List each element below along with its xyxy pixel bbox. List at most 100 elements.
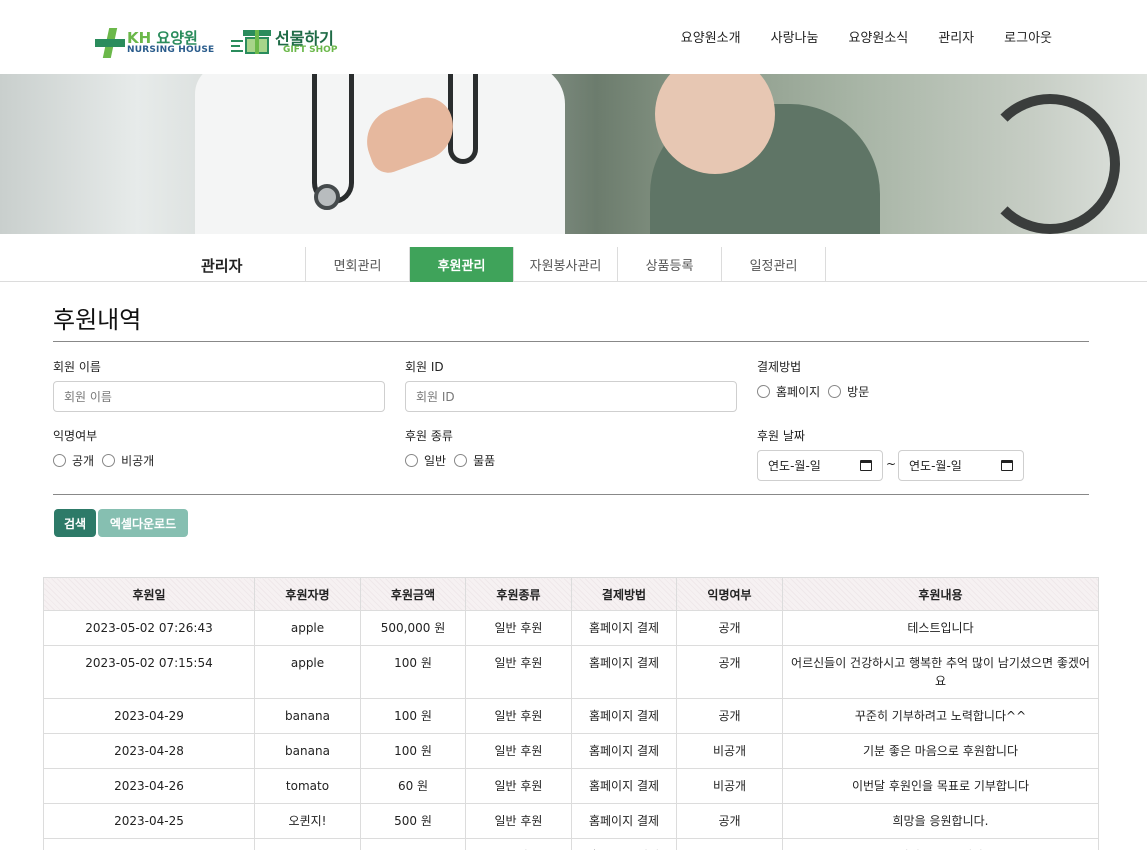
nav-logout[interactable]: 로그아웃: [1004, 27, 1052, 46]
anon-private-option[interactable]: 비공개: [102, 452, 154, 469]
calendar-icon[interactable]: [1001, 460, 1013, 471]
col-header-amount[interactable]: 후원금액: [360, 577, 466, 611]
cell-type: 일반 후원: [465, 610, 572, 646]
cell-anonymous: 공개: [676, 698, 783, 734]
anon-public-option[interactable]: 공개: [53, 452, 94, 469]
col-header-anonymous[interactable]: 익명여부: [676, 577, 783, 611]
radio-label: 공개: [72, 454, 95, 468]
cell-payment: 홈페이지 결제: [571, 803, 677, 839]
page-title: 후원내역: [53, 306, 142, 334]
cell-message: 이번달 후원인을 목표로 기부합니다: [782, 768, 1099, 804]
donation-history-table: 후원일 후원자명 후원금액 후원종류 결제방법 익명여부 후원내용 2023-0…: [43, 577, 1099, 850]
cell-amount: 500 원: [360, 803, 466, 839]
member-id-label: 회원 ID: [405, 360, 444, 374]
cell-donor: apple: [254, 838, 361, 850]
tab-product-registration[interactable]: 상품등록: [618, 247, 722, 282]
col-header-message[interactable]: 후원내용: [782, 577, 1099, 611]
radio-circle-icon[interactable]: [757, 385, 770, 398]
payment-visit-option[interactable]: 방문: [828, 383, 869, 400]
table-row[interactable]: 2023-04-20T18:21:52 apple 2 원 일반 후원 홈페이지…: [43, 838, 1099, 850]
cell-anonymous: 공개: [676, 610, 783, 646]
table-row[interactable]: 2023-05-02 07:15:54 apple 100 원 일반 후원 홈페…: [43, 645, 1099, 699]
donation-type-label: 후원 종류: [405, 429, 453, 443]
radio-circle-icon[interactable]: [405, 454, 418, 467]
member-name-input[interactable]: [53, 381, 385, 412]
main-nav: 요양원소개 사랑나눔 요양원소식 관리자 로그아웃: [681, 27, 1052, 46]
cell-date: 2023-04-25: [43, 803, 255, 839]
divider: [53, 341, 1089, 342]
table-row[interactable]: 2023-04-28 banana 100 원 일반 후원 홈페이지 결제 비공…: [43, 733, 1099, 769]
cell-message: 희망을 응원합니다.: [782, 803, 1099, 839]
cell-type: 일반 후원: [465, 768, 572, 804]
hero-banner-image: [0, 74, 1147, 234]
cell-payment: 홈페이지 결제: [571, 838, 677, 850]
cell-payment: 홈페이지 결제: [571, 645, 677, 699]
table-row[interactable]: 2023-04-29 banana 100 원 일반 후원 홈페이지 결제 공개…: [43, 698, 1099, 734]
anonymous-label: 익명여부: [53, 429, 98, 443]
radio-circle-icon[interactable]: [828, 385, 842, 398]
cell-donor: tomato: [254, 768, 361, 804]
tab-schedule-management[interactable]: 일정관리: [722, 247, 826, 282]
cell-type: 일반 후원: [465, 733, 572, 769]
table-row[interactable]: 2023-04-26 tomato 60 원 일반 후원 홈페이지 결제 비공개…: [43, 768, 1099, 804]
radio-label: 방문: [847, 385, 870, 399]
cell-anonymous: 비공개: [676, 768, 783, 804]
admin-section-title: 관리자: [201, 257, 243, 275]
tab-donation-management[interactable]: 후원관리: [410, 247, 514, 282]
member-name-label: 회원 이름: [53, 360, 101, 374]
member-id-input[interactable]: [405, 381, 737, 412]
payment-homepage-option[interactable]: 홈페이지: [757, 383, 820, 400]
tab-visit-management[interactable]: 면회관리: [306, 247, 410, 282]
tab-volunteer-management[interactable]: 자원봉사관리: [514, 247, 618, 282]
calendar-icon[interactable]: [860, 460, 872, 471]
cell-donor: banana: [254, 733, 361, 769]
nav-admin[interactable]: 관리자: [938, 27, 974, 46]
cell-amount: 60 원: [360, 768, 466, 804]
nav-news[interactable]: 요양원소식: [848, 27, 908, 46]
table-row[interactable]: 2023-05-02 07:26:43 apple 500,000 원 일반 후…: [43, 610, 1099, 646]
kh-nursing-house-logo[interactable]: KH 요양원 NURSING HOUSE: [95, 26, 214, 60]
cell-date: 2023-04-29: [43, 698, 255, 734]
payment-method-radios: 홈페이지 방문: [757, 383, 877, 400]
search-button[interactable]: 검색: [54, 509, 96, 537]
radio-circle-icon[interactable]: [102, 454, 116, 467]
cell-date: 2023-04-20T18:21:52: [43, 838, 255, 850]
col-header-type[interactable]: 후원종류: [465, 577, 572, 611]
cell-amount: 100 원: [360, 733, 466, 769]
cell-type: 일반 후원: [465, 645, 572, 699]
nav-about[interactable]: 요양원소개: [681, 27, 741, 46]
gift-shop-logo[interactable]: 선물하기 GIFT SHOP: [231, 24, 341, 58]
cell-payment: 홈페이지 결제: [571, 733, 677, 769]
cell-donor: 오퀸지!: [254, 803, 361, 839]
payment-method-label: 결제방법: [757, 360, 802, 374]
donation-date-label: 후원 날짜: [757, 429, 805, 443]
date-to-input[interactable]: 연도-월-일: [898, 450, 1024, 481]
cell-anonymous: 비공개: [676, 733, 783, 769]
site-header: KH 요양원 NURSING HOUSE 선물하기 GIFT SHOP 요양원소…: [0, 0, 1147, 74]
cell-type: 일반 후원: [465, 698, 572, 734]
type-goods-option[interactable]: 물품: [454, 452, 495, 469]
table-header-row: 후원일 후원자명 후원금액 후원종류 결제방법 익명여부 후원내용: [43, 577, 1099, 611]
type-general-option[interactable]: 일반: [405, 452, 446, 469]
table-row[interactable]: 2023-04-25 오퀸지! 500 원 일반 후원 홈페이지 결제 공개 희…: [43, 803, 1099, 839]
admin-tab-bar: 관리자 면회관리 후원관리 자원봉사관리 상품등록 일정관리: [0, 234, 1147, 282]
radio-circle-icon[interactable]: [454, 454, 468, 467]
cell-message: 기분 좋은 마음으로 후원합니다: [782, 733, 1099, 769]
nav-sharing[interactable]: 사랑나눔: [771, 27, 819, 46]
radio-label: 홈페이지: [776, 385, 821, 399]
divider: [53, 494, 1089, 495]
col-header-payment[interactable]: 결제방법: [571, 577, 677, 611]
col-header-date[interactable]: 후원일: [43, 577, 255, 611]
col-header-donor[interactable]: 후원자명: [254, 577, 361, 611]
date-from-input[interactable]: 연도-월-일: [757, 450, 883, 481]
cell-amount: 100 원: [360, 645, 466, 699]
admin-tabs: 면회관리 후원관리 자원봉사관리 상품등록 일정관리: [305, 247, 826, 282]
cell-anonymous: 공개: [676, 803, 783, 839]
cell-message: 어르신들이 건강하시고 행복한 추억 많이 남기셨으면 좋겠어요: [782, 645, 1099, 699]
donation-type-radios: 일반 물품: [405, 452, 503, 469]
date-from-value: 연도-월-일: [768, 459, 821, 473]
radio-circle-icon[interactable]: [53, 454, 66, 467]
date-to-value: 연도-월-일: [909, 459, 962, 473]
excel-download-button[interactable]: 엑셀다운로드: [98, 509, 188, 537]
cell-donor: apple: [254, 610, 361, 646]
